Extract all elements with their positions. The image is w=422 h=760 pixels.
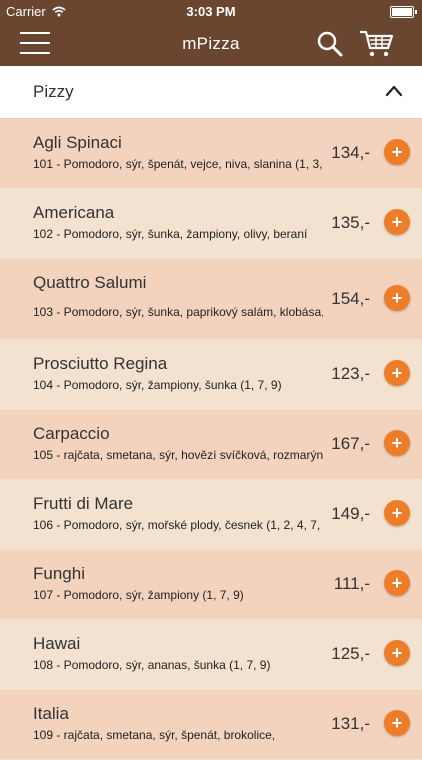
chevron-up-icon[interactable] bbox=[385, 84, 403, 102]
add-to-cart-button[interactable]: + bbox=[384, 285, 410, 311]
item-description: 105 - rajčata, smetana, sýr, hovězí svíč… bbox=[33, 448, 323, 462]
list-item[interactable]: Frutti di Mare 106 - Pomodoro, sýr, mořs… bbox=[0, 480, 422, 550]
list-item[interactable]: Funghi 107 - Pomodoro, sýr, žampiony (1,… bbox=[0, 550, 422, 620]
nav-bar: mPizza bbox=[0, 22, 422, 66]
item-name: Agli Spinaci bbox=[33, 133, 122, 152]
item-price: 134,- bbox=[331, 143, 370, 162]
item-description: 106 - Pomodoro, sýr, mořské plody, česne… bbox=[33, 518, 321, 532]
list-item[interactable]: Agli Spinaci 101 - Pomodoro, sýr, špenát… bbox=[0, 119, 422, 189]
add-to-cart-button[interactable]: + bbox=[384, 430, 410, 456]
add-to-cart-button[interactable]: + bbox=[384, 710, 410, 736]
search-icon[interactable] bbox=[316, 30, 344, 63]
section-header[interactable]: Pizzy bbox=[0, 66, 422, 119]
item-price: 154,- bbox=[331, 289, 370, 308]
add-to-cart-button[interactable]: + bbox=[384, 139, 410, 165]
item-description: 107 - Pomodoro, sýr, žampiony (1, 7, 9) bbox=[33, 588, 244, 602]
item-price: 125,- bbox=[331, 644, 370, 663]
add-to-cart-button[interactable]: + bbox=[384, 500, 410, 526]
item-price: 131,- bbox=[331, 714, 370, 733]
item-name: Quattro Salumi bbox=[33, 273, 147, 292]
item-description: 104 - Pomodoro, sýr, žampiony, šunka (1,… bbox=[33, 378, 282, 392]
item-name: Frutti di Mare bbox=[33, 494, 134, 513]
status-bar: Carrier 3:03 PM bbox=[0, 0, 422, 22]
item-description: 108 - Pomodoro, sýr, ananas, šunka (1, 7… bbox=[33, 658, 271, 672]
item-name: Funghi bbox=[33, 564, 85, 583]
section-title: Pizzy bbox=[33, 82, 74, 101]
item-name: Hawai bbox=[33, 634, 81, 653]
item-price: 167,- bbox=[331, 434, 370, 453]
status-time: 3:03 PM bbox=[186, 4, 236, 19]
item-name: Italia bbox=[33, 704, 69, 723]
list-item[interactable]: Carpaccio 105 - rajčata, smetana, sýr, h… bbox=[0, 410, 422, 480]
add-to-cart-button[interactable]: + bbox=[384, 209, 410, 235]
list-item[interactable]: Quattro Salumi 103 - Pomodoro, sýr, šunk… bbox=[0, 259, 422, 340]
item-name: Carpaccio bbox=[33, 424, 110, 443]
item-price: 135,- bbox=[331, 213, 370, 232]
list-item[interactable]: Hawai 108 - Pomodoro, sýr, ananas, šunka… bbox=[0, 620, 422, 690]
item-description: 101 - Pomodoro, sýr, špenát, vejce, niva… bbox=[33, 157, 323, 171]
item-description: 103 - Pomodoro, sýr, šunka, paprikový sa… bbox=[33, 305, 323, 319]
list-item[interactable]: Americana 102 - Pomodoro, sýr, šunka, ža… bbox=[0, 189, 422, 259]
item-description: 102 - Pomodoro, sýr, šunka, žampiony, ol… bbox=[33, 227, 308, 241]
add-to-cart-button[interactable]: + bbox=[384, 570, 410, 596]
add-to-cart-button[interactable]: + bbox=[384, 360, 410, 386]
item-name: Prosciutto Regina bbox=[33, 354, 168, 373]
battery-icon bbox=[390, 6, 417, 18]
item-price: 123,- bbox=[331, 364, 370, 383]
item-name: Americana bbox=[33, 203, 115, 222]
add-to-cart-button[interactable]: + bbox=[384, 640, 410, 666]
cart-icon[interactable] bbox=[358, 28, 394, 63]
item-price: 149,- bbox=[331, 504, 370, 523]
item-description: 109 - rajčata, smetana, sýr, špenát, bro… bbox=[33, 728, 276, 742]
list-item[interactable]: Prosciutto Regina 104 - Pomodoro, sýr, ž… bbox=[0, 340, 422, 410]
pizza-list: Agli Spinaci 101 - Pomodoro, sýr, špenát… bbox=[0, 119, 422, 760]
item-price: 111,- bbox=[333, 574, 370, 593]
